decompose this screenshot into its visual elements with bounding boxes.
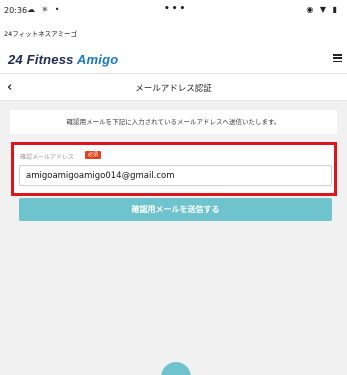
status-time: 20:36 [4,6,28,15]
floating-action-button[interactable] [161,362,191,375]
page-title-bar: ‹ メールアドレス認証 [0,74,347,101]
page-title: メールアドレス認証 [135,84,212,94]
more-dots-icon[interactable]: ••• [164,4,187,14]
hamburger-menu-icon[interactable] [333,54,342,62]
system-status-icons: ◉ ▼ ▮ [306,5,339,14]
logo-text: 24 Fitness [8,52,77,67]
confirmation-email-input[interactable] [19,165,332,186]
email-field-label: 確認メールアドレス [20,154,75,161]
logo-text-accent: Amigo [76,52,119,67]
required-badge: 必須 [85,151,102,159]
status-bar: 20:36 ☁ ✳ • ••• ◉ ▼ ▮ [0,0,347,22]
brand-logo[interactable]: 24 Fitness Amigo [8,52,118,67]
email-form-highlight: 確認メールアドレス 必須 [11,142,337,196]
instruction-notice: 確認用メールを下記に入力されているメールアドレスへ送信いたします。 [10,110,337,134]
app-name-bar: 24フィットネスアミーゴ [0,22,347,40]
app-name: 24フィットネスアミーゴ [4,30,78,38]
send-confirmation-button[interactable]: 確認用メールを送信する [19,198,332,221]
site-header: 24 Fitness Amigo [0,40,347,74]
notification-icons: ☁ ✳ • [27,5,62,14]
